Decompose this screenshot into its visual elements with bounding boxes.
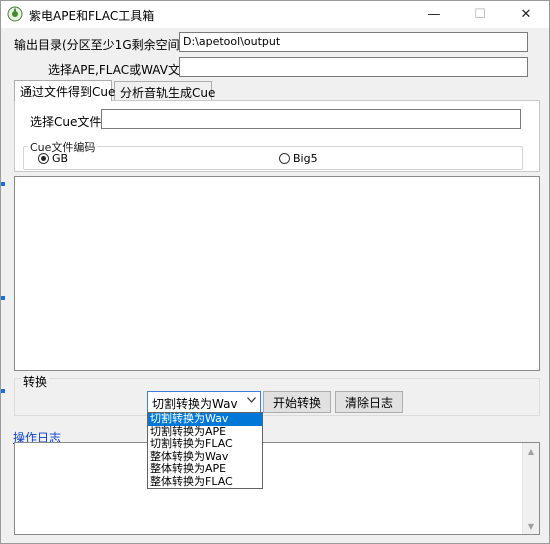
cue-file-input[interactable] [101,109,521,129]
cue-file-label: 选择Cue文件: [30,115,106,129]
scroll-down-icon[interactable]: ▼ [523,518,539,534]
radio-big5[interactable]: Big5 [279,152,318,165]
title-bar[interactable]: 紫电APE和FLAC工具箱 — ☐ ✕ [1,1,549,28]
radio-gb-label: GB [52,152,69,165]
edge-accent [1,182,5,186]
convert-mode-select[interactable]: 切割转换为Wav [147,391,261,413]
edge-accent [1,389,5,393]
convert-mode-dropdown: 切割转换为Wav 切割转换为APE 切割转换为FLAC 整体转换为Wav 整体转… [147,412,263,489]
window-title: 紫电APE和FLAC工具箱 [29,9,155,23]
radio-checked-icon [38,153,49,164]
dropdown-option[interactable]: 整体转换为APE [148,462,262,476]
dropdown-option[interactable]: 切割转换为FLAC [148,437,262,451]
convert-section-title: 转换 [21,373,50,390]
radio-gb[interactable]: GB [38,152,68,165]
tab-analyze-tracks[interactable]: 分析音轨生成Cue [114,81,215,101]
maximize-button[interactable]: ☐ [457,1,503,28]
source-file-input[interactable] [179,57,528,77]
source-file-label: 选择APE,FLAC或WAV文件: [48,63,196,77]
app-window: 紫电APE和FLAC工具箱 — ☐ ✕ 输出目录(分区至少1G剩余空间): D:… [0,0,550,544]
convert-mode-value: 切割转换为Wav [152,397,238,411]
scroll-up-icon[interactable]: ▲ [523,443,539,459]
tab-cue-from-file[interactable]: 通过文件得到Cue [14,80,115,101]
track-list-area[interactable] [14,176,540,371]
tab-panel-cue-from-file: 选择Cue文件: Cue文件编码 GB Big5 [14,100,540,172]
dropdown-option[interactable]: 切割转换为Wav [148,412,262,426]
log-textarea[interactable]: ▲ ▼ [14,442,540,535]
minimize-button[interactable]: — [411,1,457,28]
dropdown-option[interactable]: 整体转换为FLAC [148,475,262,489]
close-button[interactable]: ✕ [503,1,549,28]
start-convert-button[interactable]: 开始转换 [263,391,331,413]
radio-big5-label: Big5 [293,152,318,165]
chevron-down-icon [247,395,256,406]
output-dir-label: 输出目录(分区至少1G剩余空间): [14,38,189,52]
encoding-group: Cue文件编码 GB Big5 [23,139,523,170]
app-icon [7,6,23,22]
clear-log-button[interactable]: 清除日志 [335,391,403,413]
edge-accent [1,296,5,300]
radio-unchecked-icon [279,153,290,164]
output-dir-input[interactable]: D:\apetool\output [179,32,528,52]
log-scrollbar[interactable]: ▲ ▼ [522,443,539,534]
